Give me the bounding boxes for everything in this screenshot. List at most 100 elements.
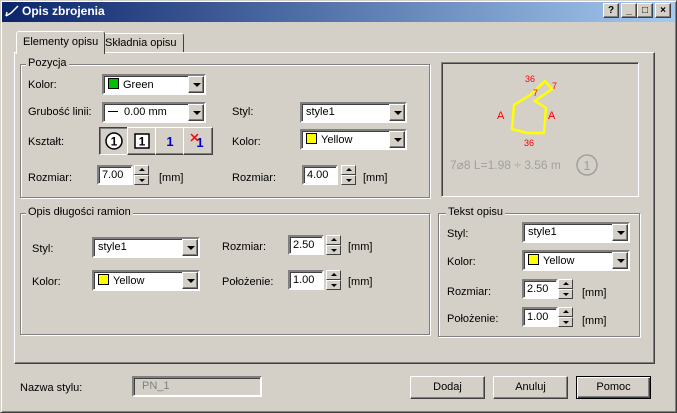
to-styl-combo[interactable]: style1 xyxy=(522,222,630,243)
grubosc-label: Grubość linii: xyxy=(28,106,92,118)
spin-up-icon[interactable] xyxy=(558,307,573,317)
ksztalt-label: Kształt: xyxy=(28,136,65,148)
rozmiar2-label: Rozmiar: xyxy=(232,172,277,184)
app-icon xyxy=(5,5,19,17)
svg-text:1: 1 xyxy=(139,135,146,149)
kolor2-label: Kolor: xyxy=(232,136,261,148)
rozmiar-input[interactable] xyxy=(97,165,133,185)
spin-down-icon[interactable] xyxy=(326,245,341,255)
tab-skladnia-opisu[interactable]: Składnia opisu xyxy=(98,33,184,53)
styl-label: Styl: xyxy=(232,106,254,118)
chevron-down-icon[interactable] xyxy=(612,224,628,241)
chevron-down-icon[interactable] xyxy=(612,252,628,269)
chevron-down-icon[interactable] xyxy=(188,76,204,93)
svg-text:1: 1 xyxy=(166,134,173,149)
kolor2-combo[interactable]: Yellow xyxy=(300,129,407,150)
od-rozmiar-input[interactable] xyxy=(288,235,324,255)
help-button[interactable]: ? xyxy=(603,3,619,18)
to-rozmiar-unit: [mm] xyxy=(582,287,607,299)
label-seven-inner: 7 xyxy=(533,88,538,98)
preview-drawing: 36 7 7 A A 36 7⌀8 L=1.98 ÷ 3.56 m 1 xyxy=(450,74,598,176)
rozmiar-label: Rozmiar: xyxy=(28,172,73,184)
od-rozmiar-spinner[interactable] xyxy=(326,235,341,255)
to-kolor-label: Kolor: xyxy=(447,256,476,268)
label-right: A xyxy=(548,110,556,122)
spin-up-icon[interactable] xyxy=(326,235,341,245)
maximize-button[interactable]: □ xyxy=(637,3,653,18)
od-styl-value: style1 xyxy=(98,241,127,253)
shape-plain-button[interactable]: 1 xyxy=(155,127,185,155)
kolor-value: Green xyxy=(123,79,154,91)
spin-down-icon[interactable] xyxy=(558,317,573,327)
od-kolor-value: Yellow xyxy=(113,275,145,287)
rozmiar2-input[interactable] xyxy=(302,165,338,185)
spin-up-icon[interactable] xyxy=(134,165,149,175)
label-top: 36 xyxy=(525,74,535,84)
label-seven-outer: 7 xyxy=(552,81,557,91)
title-bar[interactable]: Opis zbrojenia ? _ □ × xyxy=(0,0,677,22)
od-polozenie-input[interactable] xyxy=(288,270,324,290)
to-polozenie-input[interactable] xyxy=(522,307,558,327)
svg-text:1: 1 xyxy=(111,135,118,149)
rozmiar-unit: [mm] xyxy=(159,172,184,184)
chevron-down-icon[interactable] xyxy=(389,104,405,121)
yellow-swatch-icon xyxy=(528,254,539,265)
nazwa-stylu-label: Nazwa stylu: xyxy=(20,382,83,394)
shape-circle-button[interactable]: 1 xyxy=(99,127,129,155)
tekst-opisu-legend: Tekst opisu xyxy=(446,206,506,218)
spin-up-icon[interactable] xyxy=(326,270,341,280)
no-shape-icon: 1 xyxy=(190,133,204,150)
chevron-down-icon[interactable] xyxy=(182,272,198,289)
kolor2-value: Yellow xyxy=(321,134,353,146)
anuluj-button[interactable]: Anuluj xyxy=(493,376,568,399)
chevron-down-icon[interactable] xyxy=(182,239,198,256)
od-rozmiar-unit: [mm] xyxy=(348,241,373,253)
chevron-down-icon[interactable] xyxy=(188,104,204,121)
spin-down-icon[interactable] xyxy=(134,175,149,185)
minimize-button[interactable]: _ xyxy=(621,3,637,18)
tab-elementy-opisu[interactable]: Elementy opisu xyxy=(16,31,106,54)
svg-text:1: 1 xyxy=(196,135,203,150)
od-styl-label: Styl: xyxy=(32,243,54,255)
opis-dlugosci-group xyxy=(20,213,430,335)
grubosc-value: 0.00 mm xyxy=(124,106,167,118)
to-polozenie-unit: [mm] xyxy=(582,315,607,327)
spin-up-icon[interactable] xyxy=(558,279,573,289)
grubosc-combo[interactable]: 0.00 mm xyxy=(102,102,206,123)
to-polozenie-spinner[interactable] xyxy=(558,307,573,327)
label-left: A xyxy=(497,110,505,122)
to-kolor-value: Yellow xyxy=(543,255,575,267)
od-kolor-label: Kolor: xyxy=(32,276,61,288)
tab-label: Elementy opisu xyxy=(23,36,99,48)
to-styl-label: Styl: xyxy=(447,228,469,240)
opis-dlugosci-legend: Opis długości ramion xyxy=(26,206,133,218)
to-rozmiar-label: Rozmiar: xyxy=(447,286,492,298)
shape-none-button[interactable]: 1 xyxy=(183,127,213,155)
od-styl-combo[interactable]: style1 xyxy=(92,237,200,258)
dodaj-button[interactable]: Dodaj xyxy=(410,376,485,399)
spin-down-icon[interactable] xyxy=(558,289,573,299)
kolor-combo[interactable]: Green xyxy=(102,74,206,95)
yellow-swatch-icon xyxy=(306,133,317,144)
spin-down-icon[interactable] xyxy=(326,280,341,290)
kolor-label: Kolor: xyxy=(28,79,57,91)
rozmiar2-spinner[interactable] xyxy=(341,165,356,185)
to-kolor-combo[interactable]: Yellow xyxy=(522,250,630,271)
styl-combo[interactable]: style1 xyxy=(300,102,407,123)
chevron-down-icon[interactable] xyxy=(389,131,405,148)
circle-shape-icon: 1 xyxy=(105,132,123,150)
od-kolor-combo[interactable]: Yellow xyxy=(92,270,200,291)
rebar-shape xyxy=(510,79,554,135)
spin-up-icon[interactable] xyxy=(341,165,356,175)
pomoc-button[interactable]: Pomoc xyxy=(576,376,651,399)
close-button[interactable]: × xyxy=(655,3,671,18)
od-polozenie-spinner[interactable] xyxy=(326,270,341,290)
to-rozmiar-input[interactable] xyxy=(522,279,558,299)
shape-square-button[interactable]: 1 xyxy=(127,127,157,155)
od-polozenie-label: Położenie: xyxy=(222,276,274,288)
spin-down-icon[interactable] xyxy=(341,175,356,185)
rozmiar-spinner[interactable] xyxy=(134,165,149,185)
to-rozmiar-spinner[interactable] xyxy=(558,279,573,299)
od-polozenie-unit: [mm] xyxy=(348,276,373,288)
nazwa-stylu-input[interactable]: PN_1 xyxy=(132,376,262,397)
